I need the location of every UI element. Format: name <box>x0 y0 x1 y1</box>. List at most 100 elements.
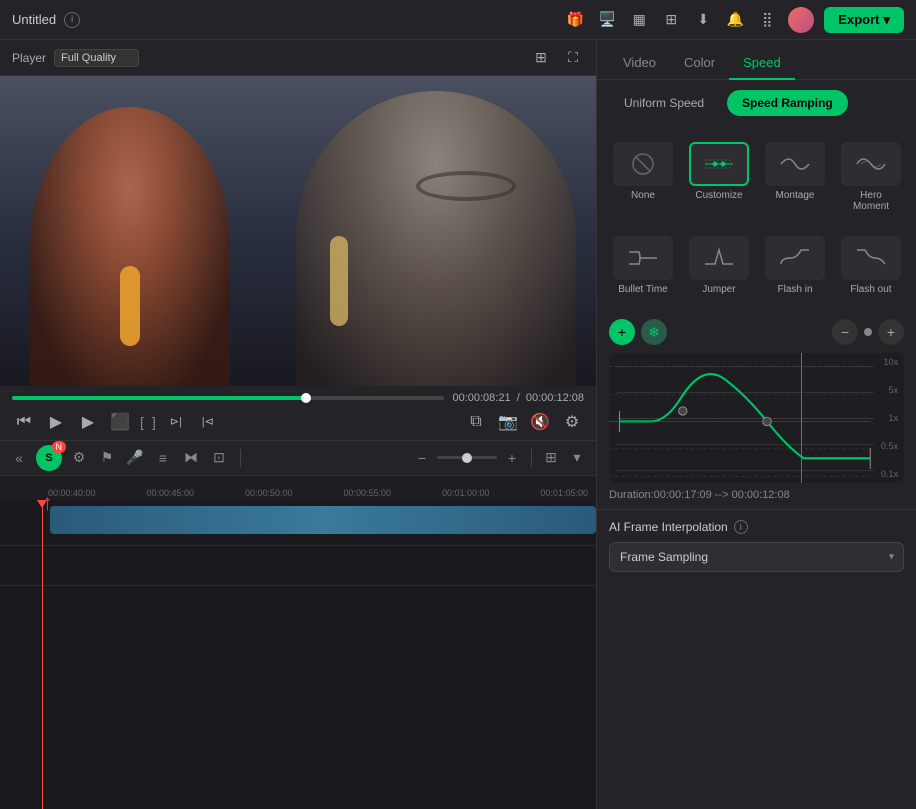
bracket-left[interactable]: [ <box>140 414 144 430</box>
avatar[interactable] <box>788 7 814 33</box>
speed-curve-svg <box>609 353 904 483</box>
grid-tl-button[interactable]: ⊞ <box>540 447 562 469</box>
apps-icon[interactable]: ⣿ <box>756 9 778 31</box>
export-button[interactable]: Export ▾ <box>824 7 904 33</box>
preset-montage[interactable]: Montage <box>761 134 829 220</box>
preset-none-label: None <box>631 190 655 201</box>
tab-speed[interactable]: Speed <box>729 47 795 80</box>
stop-button[interactable]: ⬛ <box>108 410 132 434</box>
monitor-toggle-button[interactable]: ⧉ <box>464 410 488 434</box>
video-content <box>0 76 596 386</box>
title-bar-right: 🎁 🖥️ ▦ ⊞ ⬇ 🔔 ⣿ Export ▾ <box>564 7 904 33</box>
mark-out-button[interactable]: |⊲ <box>196 410 220 434</box>
y-label-0-1x: 0.1x <box>881 469 898 479</box>
list-button[interactable]: ≡ <box>152 447 174 469</box>
y-label-5x: 5x <box>881 385 898 395</box>
fullscreen-icon[interactable]: ⛶ <box>562 47 584 69</box>
preset-flash-out-label: Flash out <box>850 284 891 295</box>
preset-customize[interactable]: Customize <box>685 134 753 220</box>
red-arrow-indicator: ↑ <box>42 490 53 516</box>
play-button[interactable]: ▶ <box>76 410 100 434</box>
video-area <box>0 76 596 386</box>
tab-color[interactable]: Color <box>670 47 729 80</box>
player-header: Player Full Quality Half Quality ⊞ ⛶ <box>0 40 596 76</box>
audio-button[interactable]: 🔇 <box>528 410 552 434</box>
prev-frame-button[interactable]: ▶ <box>44 410 68 434</box>
speed-graph-section: + ❄ − + <box>597 311 916 509</box>
preset-montage-icon <box>765 142 825 186</box>
graph-labels-y: 10x 5x 1x 0.5x 0.1x <box>881 353 898 483</box>
y-label-1x: 1x <box>881 413 898 423</box>
zoom-out-button[interactable]: − <box>411 447 433 469</box>
window-title: Untitled <box>12 12 56 27</box>
title-bar-left: Untitled i <box>12 12 80 28</box>
mic-button[interactable]: 🎤 <box>124 447 146 469</box>
zoom-thumb <box>462 453 472 463</box>
track-row-2 <box>0 546 596 586</box>
preset-bullet[interactable]: Bullet Time <box>609 228 677 303</box>
zoom-controls: − + ⊞ ▾ <box>411 447 588 469</box>
transition-button[interactable]: ⧓ <box>180 447 202 469</box>
mark-in-button[interactable]: ⊳| <box>164 410 188 434</box>
speed-graph-container: 10x 5x 1x 0.5x 0.1x <box>609 353 904 483</box>
grid-icon[interactable]: ⊞ <box>660 9 682 31</box>
snapshot-button[interactable]: 📷 <box>496 410 520 434</box>
quality-select[interactable]: Full Quality Half Quality <box>54 49 139 67</box>
preset-flash-out[interactable]: Flash out <box>837 228 905 303</box>
add-point-button[interactable]: + <box>609 319 635 345</box>
skip-back-button[interactable]: ⏮ <box>12 410 36 434</box>
separator-2 <box>531 449 532 467</box>
layout-icon[interactable]: ▦ <box>628 9 650 31</box>
ruler-mark-2: 00:00:45:00 <box>146 488 194 498</box>
caption-button[interactable]: ⊡ <box>208 447 230 469</box>
flag-button[interactable]: ⚑ <box>96 447 118 469</box>
ai-info-icon[interactable]: i <box>734 520 748 534</box>
preset-grid: None Customize <box>597 126 916 311</box>
export-chevron: ▾ <box>883 12 890 28</box>
bracket-right[interactable]: ] <box>152 414 156 430</box>
zoom-in-button[interactable]: + <box>501 447 523 469</box>
settings-button[interactable]: ⚙ <box>560 410 584 434</box>
download-icon[interactable]: ⬇ <box>692 9 714 31</box>
more-button[interactable]: ▾ <box>566 447 588 469</box>
timeline-ruler: 00:00:40:00 00:00:45:00 00:00:50:00 00:0… <box>0 476 596 500</box>
bell-icon[interactable]: 🔔 <box>724 9 746 31</box>
preset-jumper[interactable]: Jumper <box>685 228 753 303</box>
zoom-out-graph-button[interactable]: − <box>832 319 858 345</box>
freeze-button[interactable]: ❄ <box>641 319 667 345</box>
preset-customize-label: Customize <box>695 190 742 201</box>
progress-row: 00:00:08:21 / 00:00:12:08 <box>12 392 584 404</box>
chevron-left-button[interactable]: « <box>8 447 30 469</box>
settings-tl-button[interactable]: ⚙ <box>68 447 90 469</box>
subtab-uniform[interactable]: Uniform Speed <box>609 90 719 116</box>
ai-section: AI Frame Interpolation i Frame Sampling … <box>597 509 916 582</box>
subtab-ramping[interactable]: Speed Ramping <box>727 90 848 116</box>
progress-thumb <box>301 393 311 403</box>
separator-1 <box>240 449 241 467</box>
total-time: 00:00:12:08 <box>526 392 584 404</box>
info-icon[interactable]: i <box>64 12 80 28</box>
zoom-track[interactable] <box>437 456 497 459</box>
preset-hero[interactable]: Hero Moment <box>837 134 905 220</box>
ai-select[interactable]: Frame Sampling Optical Flow <box>609 542 904 572</box>
preset-flash-in-icon <box>765 236 825 280</box>
ruler-mark-3: 00:00:50:00 <box>245 488 293 498</box>
preset-none[interactable]: None <box>609 134 677 220</box>
preset-flash-in[interactable]: Flash in <box>761 228 829 303</box>
playhead <box>42 500 43 809</box>
grid-view-icon[interactable]: ⊞ <box>530 47 552 69</box>
gift-icon[interactable]: 🎁 <box>564 9 586 31</box>
monitor-icon[interactable]: 🖥️ <box>596 9 618 31</box>
y-label-10x: 10x <box>881 357 898 367</box>
zoom-in-graph-button[interactable]: + <box>878 319 904 345</box>
graph-toolbar: + ❄ − + <box>609 319 904 345</box>
current-time: 00:00:08:21 <box>452 392 510 404</box>
ai-select-wrapper: Frame Sampling Optical Flow ▾ <box>609 542 904 572</box>
ruler-mark-1: 00:00:40:00 <box>48 488 96 498</box>
tab-video[interactable]: Video <box>609 47 670 80</box>
ai-label: AI Frame Interpolation <box>609 520 728 534</box>
progress-track[interactable] <box>12 396 444 400</box>
time-display: 00:00:08:21 / 00:00:12:08 <box>452 392 584 404</box>
preset-jumper-icon <box>689 236 749 280</box>
left-panel: Player Full Quality Half Quality ⊞ ⛶ <box>0 40 596 809</box>
